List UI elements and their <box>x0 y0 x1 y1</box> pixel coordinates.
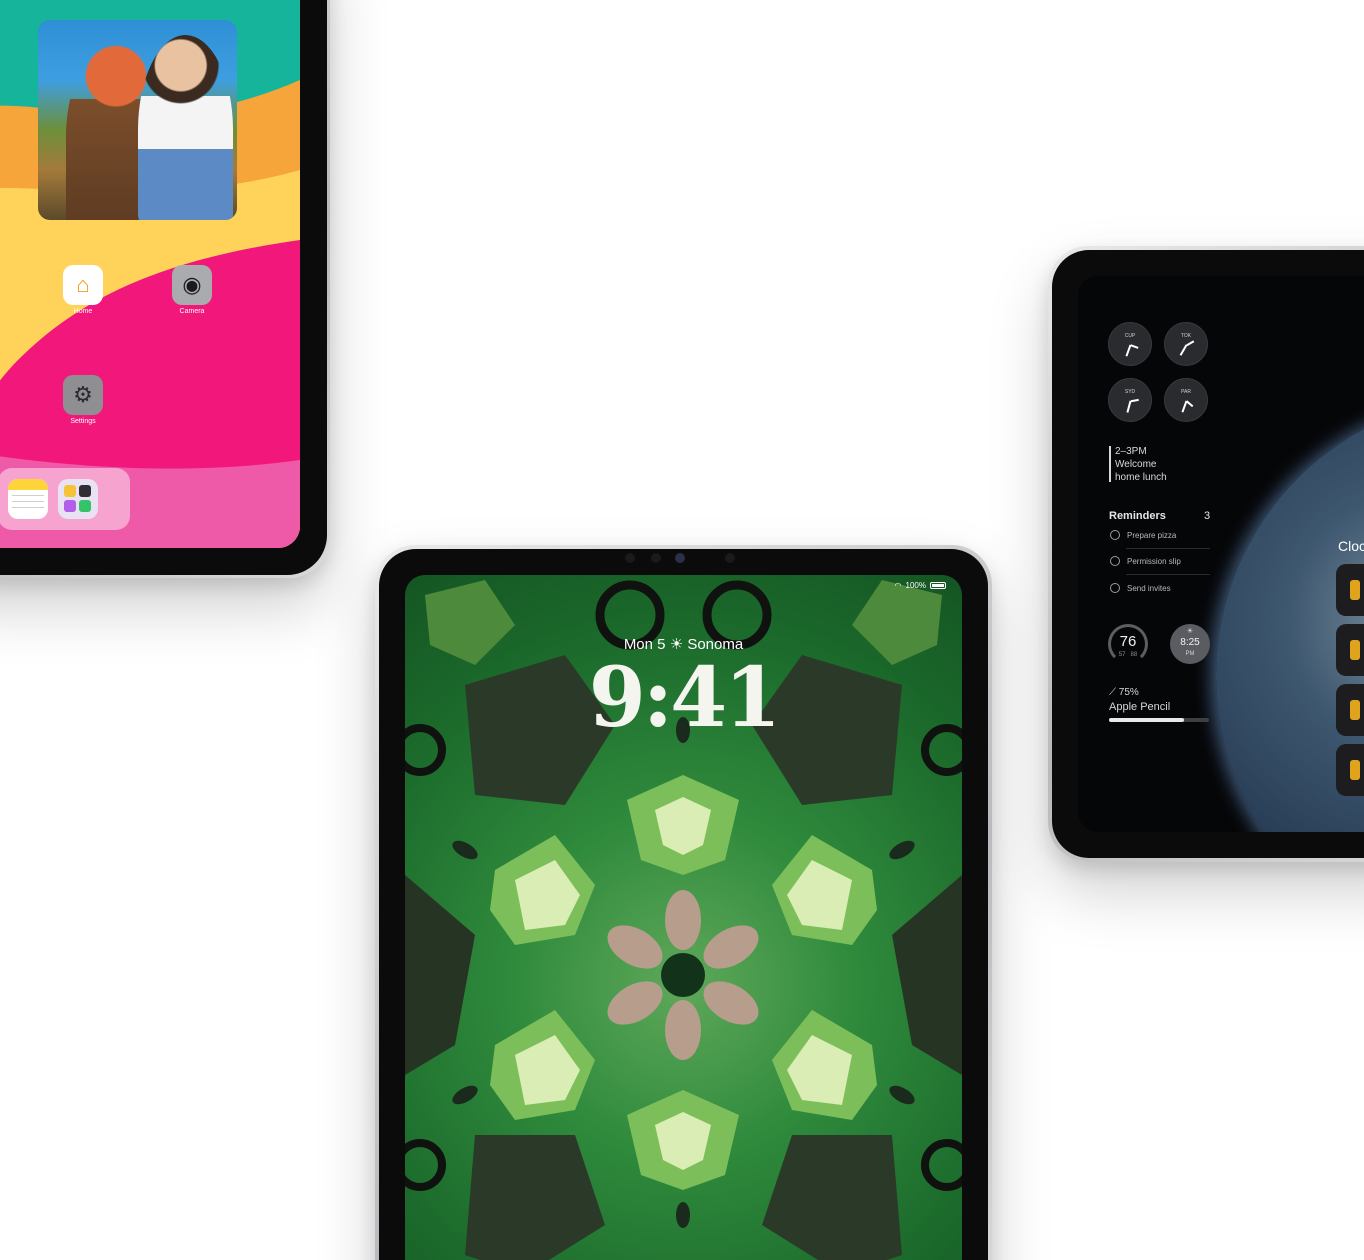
pencil-battery-track <box>1109 718 1209 722</box>
home-screen: ⌂ Home ◉ Camera ⚙ Settings <box>0 0 300 548</box>
battery-icon <box>930 582 946 589</box>
dock <box>0 468 130 530</box>
wifi-icon: ◠ <box>894 581 902 590</box>
sunset-widget[interactable]: ☀ 8:25 PM <box>1170 624 1210 664</box>
weather-temperature-gauge[interactable]: 76 57 88 <box>1108 624 1148 664</box>
clock-hand <box>1186 400 1194 407</box>
clock-hand <box>1186 340 1195 346</box>
settings-app-icon[interactable]: ⚙ <box>63 375 103 415</box>
reminder-item[interactable]: Prepare pizza <box>1110 530 1176 540</box>
ipad-home-screen-device: ⌂ Home ◉ Camera ⚙ Settings <box>0 0 330 578</box>
clock-hand <box>1180 344 1188 356</box>
lock-screen: ◠ 100% Mon 5 ☀ Sonoma 9:41 <box>405 575 962 1260</box>
clock-tile[interactable] <box>1336 684 1364 736</box>
clock-tile[interactable] <box>1336 624 1364 676</box>
reminder-checkbox[interactable] <box>1110 530 1120 540</box>
photo-person-right <box>138 35 233 220</box>
sunset-icon: ☀ <box>1186 628 1194 635</box>
reminder-checkbox[interactable] <box>1110 556 1120 566</box>
settings-app-label: Settings <box>70 418 96 425</box>
home-app-label: Home <box>73 308 93 315</box>
home-app-icon[interactable]: ⌂ <box>63 265 103 305</box>
pencil-icon: ⟋ <box>1109 687 1116 698</box>
clock-hand <box>1125 344 1132 357</box>
pencil-battery-fill <box>1109 718 1184 722</box>
pencil-battery-label: Apple Pencil <box>1109 701 1171 713</box>
clock-tile[interactable] <box>1336 564 1364 616</box>
ipad-lock-screen-device: ◠ 100% Mon 5 ☀ Sonoma 9:41 <box>375 545 992 1260</box>
reminder-checkbox[interactable] <box>1110 583 1120 593</box>
clock-hand <box>1130 398 1139 402</box>
reminders-title: Reminders <box>1109 510 1166 522</box>
photos-widget[interactable] <box>38 20 237 220</box>
calendar-accent-bar <box>1109 446 1111 482</box>
status-bar: ◠ 100% <box>895 581 946 590</box>
clock-app-title: Cloc <box>1338 538 1364 554</box>
reminder-item[interactable]: Send invites <box>1110 583 1171 593</box>
camera-app-label: Camera <box>179 308 205 315</box>
calendar-time-range: 2–3PM <box>1115 446 1147 457</box>
world-clock-tok[interactable]: TOK <box>1164 322 1208 366</box>
pencil-battery-percent: ⟋ 75% <box>1109 687 1139 698</box>
divider <box>1126 548 1210 549</box>
lock-time: 9:41 <box>588 650 781 746</box>
reminder-item[interactable]: Permission slip <box>1110 556 1181 566</box>
widgets-screen: CUP TOK SYD PAR 2–3PM Welcome home lunch… <box>1078 276 1364 832</box>
notes-icon[interactable] <box>8 479 48 519</box>
world-clock-par[interactable]: PAR <box>1164 378 1208 422</box>
calendar-event-line2: home lunch <box>1115 472 1167 483</box>
camera-app-icon[interactable]: ◉ <box>172 265 212 305</box>
camera-array <box>625 553 735 565</box>
world-clock-cup[interactable]: CUP <box>1108 322 1152 366</box>
calendar-event-line1: Welcome <box>1115 459 1157 470</box>
battery-percent: 100% <box>905 581 926 590</box>
app-folder-icon[interactable] <box>58 479 98 519</box>
divider <box>1126 574 1210 575</box>
world-clock-syd[interactable]: SYD <box>1108 378 1152 422</box>
ipad-widgets-device: CUP TOK SYD PAR 2–3PM Welcome home lunch… <box>1048 246 1364 862</box>
clock-hand <box>1126 400 1132 413</box>
clock-hand <box>1130 344 1139 349</box>
reminders-count: 3 <box>1204 510 1211 522</box>
clock-tile[interactable] <box>1336 744 1364 796</box>
